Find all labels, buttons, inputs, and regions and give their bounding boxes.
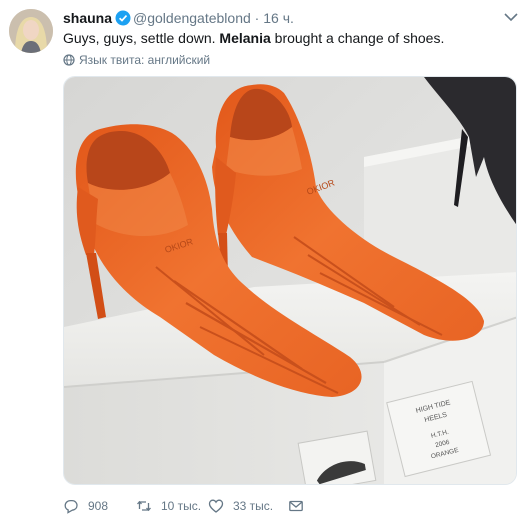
reply-count: 908 — [88, 499, 109, 513]
tweet: shauna @goldengateblond · 16 ч. Guys, guy… — [0, 0, 528, 520]
tweet-timestamp[interactable]: 16 ч. — [263, 10, 294, 26]
tweet-language[interactable]: Язык твита: английский — [63, 52, 210, 68]
avatar-image — [9, 9, 53, 53]
retweet-count: 10 тыс. — [161, 499, 202, 513]
separator-dot: · — [254, 10, 260, 26]
tweet-text-part: Guys, guys, settle down. — [63, 30, 220, 46]
reply-button[interactable]: 908 — [63, 498, 136, 514]
chevron-down-icon[interactable] — [504, 12, 518, 22]
author-name[interactable]: shauna — [63, 10, 112, 26]
tweet-photo[interactable]: HIGH TIDE HEELS H.T.H. 2006 ORANGE OKIOR… — [63, 76, 517, 485]
retweet-button[interactable]: 10 тыс. — [136, 498, 208, 514]
heart-icon — [208, 499, 224, 513]
direct-message-button[interactable] — [288, 498, 312, 514]
tweet-actions: 908 10 тыс. 33 тыс. — [63, 496, 312, 516]
globe-icon — [63, 54, 75, 66]
verified-badge-icon — [115, 10, 131, 26]
retweet-icon — [137, 500, 151, 512]
envelope-icon — [289, 500, 303, 512]
tweet-language-label: Язык твита: английский — [79, 53, 211, 67]
avatar[interactable] — [9, 9, 53, 53]
like-count: 33 тыс. — [233, 499, 274, 513]
tweet-text-part: brought a change of shoes. — [270, 30, 445, 46]
tweet-header: shauna @goldengateblond · 16 ч. — [63, 9, 294, 27]
like-button[interactable]: 33 тыс. — [208, 498, 288, 514]
author-handle[interactable]: @goldengateblond — [133, 10, 251, 26]
photo-orange-fin-heels: HIGH TIDE HEELS H.T.H. 2006 ORANGE OKIOR… — [64, 77, 516, 484]
tweet-text: Guys, guys, settle down. Melania brought… — [63, 29, 444, 48]
tweet-text-bold: Melania — [219, 30, 271, 46]
reply-icon — [64, 499, 78, 514]
